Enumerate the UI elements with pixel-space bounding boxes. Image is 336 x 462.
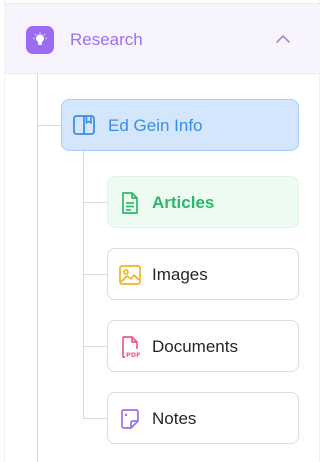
tree-node-label: Documents xyxy=(152,337,238,356)
image-icon xyxy=(118,263,142,287)
tree-node-notes[interactable]: Notes xyxy=(107,392,299,444)
tree-line-root xyxy=(37,74,38,462)
tree-node-label: Articles xyxy=(152,193,215,212)
sidebar-tree: Research Ed Gein Info Articles Images PD… xyxy=(0,0,336,462)
tree-branch-articles xyxy=(83,202,107,203)
tree-node-ed-gein-info[interactable]: Ed Gein Info xyxy=(61,99,299,151)
note-icon xyxy=(118,407,142,431)
tree-node-articles[interactable]: Articles xyxy=(107,176,299,228)
section-header-research[interactable]: Research xyxy=(4,3,320,74)
chevron-up-icon[interactable] xyxy=(274,32,292,46)
book-icon xyxy=(72,114,96,136)
document-icon xyxy=(118,191,142,215)
section-title: Research xyxy=(70,30,143,49)
tree-line-children xyxy=(83,151,84,419)
tree-branch-notes xyxy=(83,418,107,419)
tree-branch-root xyxy=(37,125,61,126)
tree-node-label: Ed Gein Info xyxy=(108,116,203,135)
pdf-icon: PDF xyxy=(118,335,142,359)
svg-text:PDF: PDF xyxy=(126,351,141,359)
tree-branch-documents xyxy=(83,346,107,347)
tree-node-images[interactable]: Images xyxy=(107,248,299,300)
lightbulb-icon xyxy=(26,26,54,54)
tree-node-label: Notes xyxy=(152,409,197,428)
tree-node-documents[interactable]: PDF Documents xyxy=(107,320,299,372)
tree-node-label: Images xyxy=(152,265,208,284)
tree-branch-images xyxy=(83,274,107,275)
